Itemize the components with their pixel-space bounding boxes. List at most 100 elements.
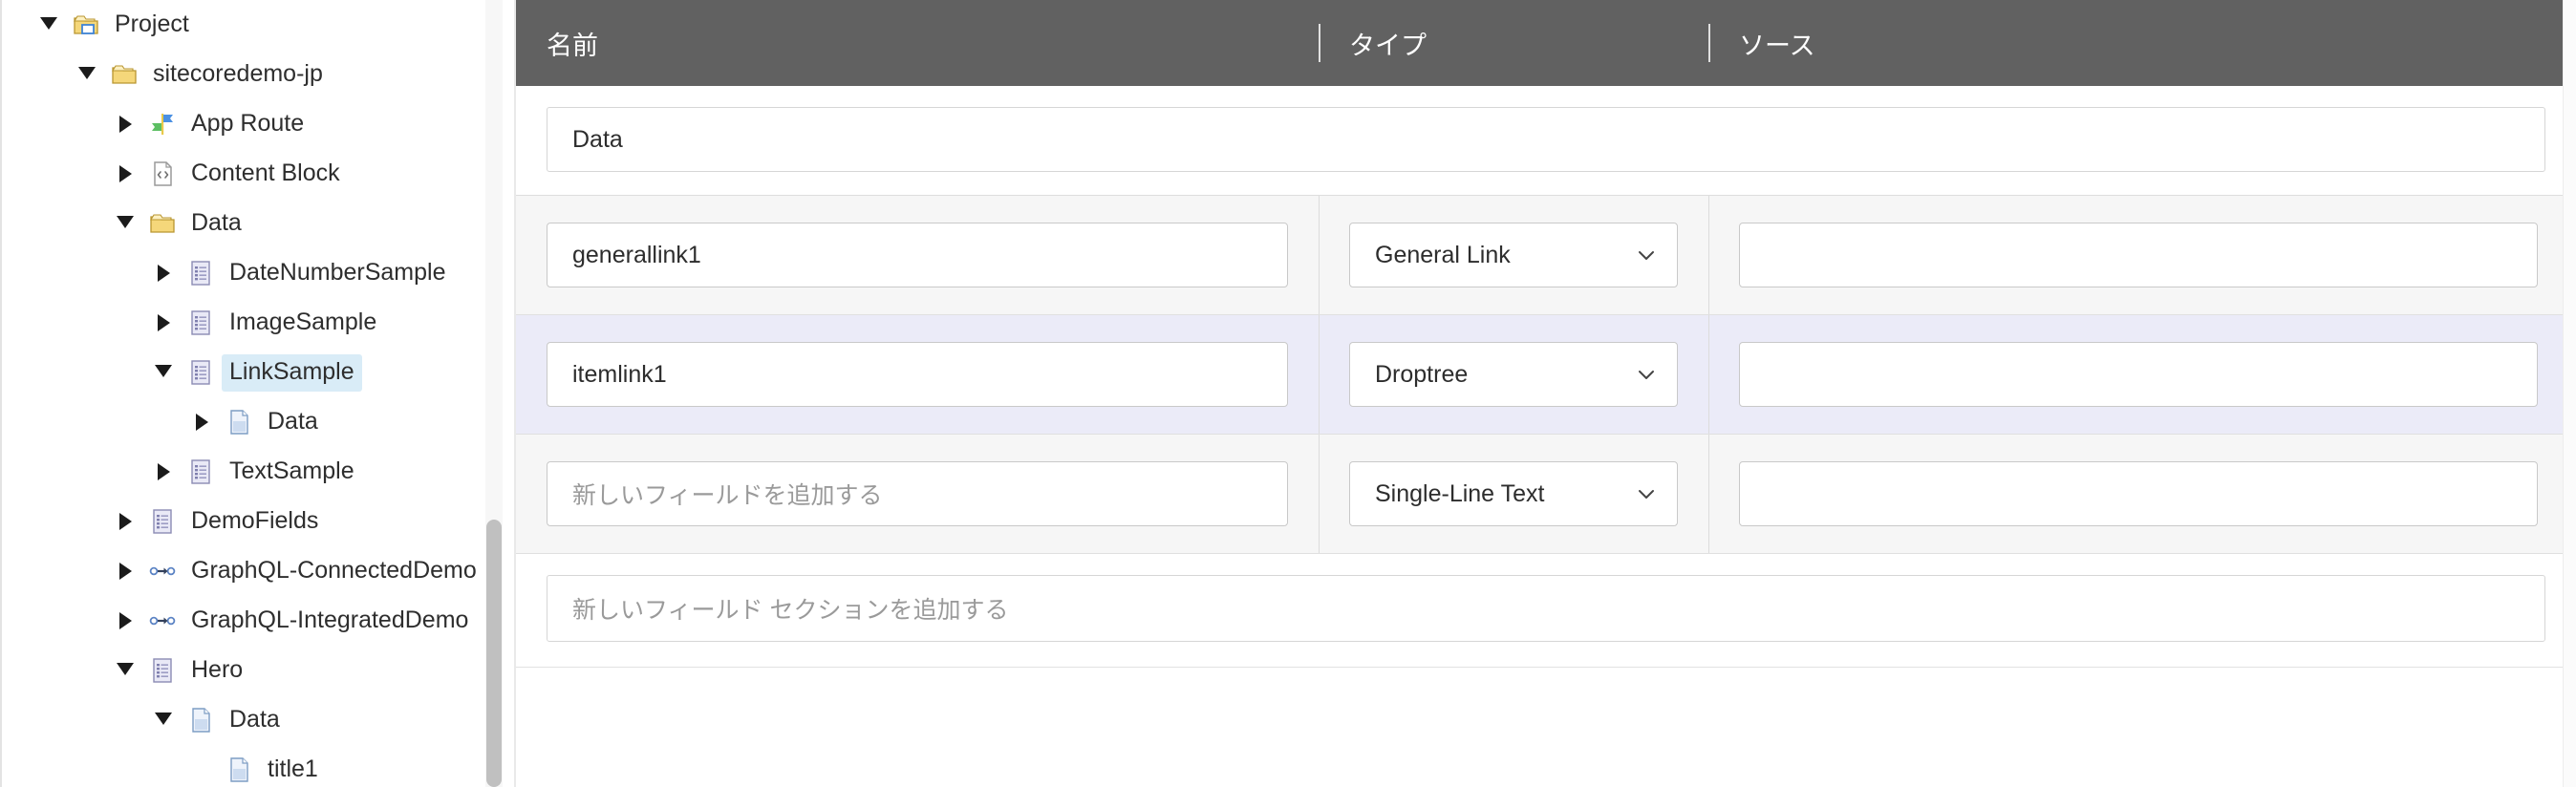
field-section-block: Data (516, 86, 2576, 196)
tree-item-label: Data (191, 208, 242, 236)
field-type-select[interactable]: Droptree (1349, 342, 1678, 407)
field-type-select[interactable]: General Link (1349, 223, 1678, 287)
chevron-down-icon (1639, 251, 1654, 260)
twisty-collapsed-icon[interactable] (109, 513, 141, 530)
content-tree-panel: Project sitecoredemo-jp App Route Content B… (0, 0, 516, 787)
tree-item-linksample[interactable]: LinkSample (2, 348, 514, 397)
section-name-input[interactable]: Data (547, 107, 2545, 172)
table-row[interactable]: generallink1 General Link (516, 196, 2576, 315)
twisty-collapsed-icon[interactable] (185, 414, 218, 431)
tree-scrollbar-thumb[interactable] (486, 520, 502, 787)
field-source-input[interactable] (1739, 223, 2538, 287)
chevron-down-icon (1639, 371, 1654, 379)
table-row[interactable]: itemlink1 Droptree (516, 315, 2576, 435)
twisty-collapsed-icon[interactable] (147, 463, 180, 480)
twisty-expanded-icon[interactable] (109, 218, 141, 230)
route-icon (141, 110, 183, 138)
tree-item-graphql-integrateddemo[interactable]: GraphQL-IntegratedDemo (2, 596, 514, 646)
twisty-expanded-icon[interactable] (71, 69, 103, 81)
twisty-collapsed-icon[interactable] (109, 116, 141, 133)
tree-item-title1[interactable]: title1 (2, 745, 514, 787)
twisty-collapsed-icon[interactable] (109, 563, 141, 580)
twisty-expanded-icon[interactable] (109, 665, 141, 677)
page-icon (180, 706, 222, 734)
column-header-source-label: ソース (1739, 31, 1815, 60)
tree-item-label: Project (115, 10, 189, 37)
tree-item-data[interactable]: Data (2, 397, 514, 447)
tree-item-textsample[interactable]: TextSample (2, 447, 514, 497)
folder-icon (141, 209, 183, 238)
column-header-name-label: 名前 (547, 31, 598, 60)
twisty-expanded-icon[interactable] (32, 19, 65, 32)
field-type-value: Single-Line Text (1375, 479, 1545, 507)
tree-item-graphql-connecteddemo[interactable]: GraphQL-ConnectedDemo (2, 546, 514, 596)
column-header-row: 名前 タイプ ソース (516, 0, 2576, 86)
field-name-placeholder: 新しいフィールドを追加する (572, 482, 883, 509)
tree-item-project[interactable]: Project (2, 0, 514, 50)
chevron-down-icon (1639, 490, 1654, 499)
field-source-cell (1708, 315, 2576, 434)
field-name-input[interactable]: generallink1 (547, 223, 1288, 287)
field-source-input[interactable] (1739, 342, 2538, 407)
tree-item-label: GraphQL-ConnectedDemo (191, 556, 477, 584)
field-name-value: itemlink1 (572, 360, 667, 388)
tree-item-label: Data (229, 705, 280, 733)
page-icon (218, 755, 260, 784)
tree-item-data[interactable]: Data (2, 199, 514, 248)
tree-item-content-block[interactable]: Content Block (2, 149, 514, 199)
field-type-value: Droptree (1375, 360, 1469, 388)
column-header-type-label: タイプ (1349, 31, 1427, 60)
field-type-select[interactable]: Single-Line Text (1349, 461, 1678, 526)
field-editor-app: Project sitecoredemo-jp App Route Content B… (0, 0, 2576, 787)
tree-item-label: DateNumberSample (229, 258, 446, 286)
add-field-section-input[interactable]: 新しいフィールド セクションを追加する (547, 575, 2545, 642)
twisty-expanded-icon[interactable] (147, 714, 180, 727)
tree-item-hero[interactable]: Hero (2, 646, 514, 695)
twisty-collapsed-icon[interactable] (109, 612, 141, 629)
twisty-collapsed-icon[interactable] (147, 314, 180, 331)
tree-item-label: Hero (191, 655, 244, 683)
editor-empty-space (516, 668, 2576, 787)
tree-item-label: Data (268, 407, 318, 435)
field-type-cell: Droptree (1319, 315, 1708, 434)
column-header-source: ソース (1708, 0, 2576, 86)
tree-item-imagesample[interactable]: ImageSample (2, 298, 514, 348)
add-field-section-placeholder: 新しいフィールド セクションを追加する (572, 597, 1009, 624)
tree-item-label: App Route (191, 109, 305, 137)
tree-item-sitecoredemo-jp[interactable]: sitecoredemo-jp (2, 50, 514, 99)
twisty-collapsed-icon[interactable] (147, 265, 180, 282)
field-name-value: generallink1 (572, 241, 701, 268)
field-source-cell (1708, 435, 2576, 553)
tree-item-demofields[interactable]: DemoFields (2, 497, 514, 546)
folder-icon (103, 60, 145, 89)
twisty-expanded-icon[interactable] (147, 367, 180, 379)
content-scrollbar-track[interactable] (2563, 0, 2576, 787)
tree-item-label: sitecoredemo-jp (153, 59, 323, 87)
tree-item-label: DemoFields (191, 506, 319, 534)
code-document-icon (141, 160, 183, 188)
field-source-input[interactable] (1739, 461, 2538, 526)
template-icon (180, 358, 222, 387)
tree-item-label: GraphQL-IntegratedDemo (191, 606, 469, 633)
tree-item-datenumbersample[interactable]: DateNumberSample (2, 248, 514, 298)
folder-project-icon (65, 11, 107, 39)
twisty-collapsed-icon[interactable] (109, 165, 141, 182)
table-row[interactable]: 新しいフィールドを追加する Single-Line Text (516, 435, 2576, 554)
tree-item-data[interactable]: Data (2, 695, 514, 745)
field-source-cell (1708, 196, 2576, 314)
tree-item-label: title1 (268, 755, 318, 782)
add-field-section-block: 新しいフィールド セクションを追加する (516, 554, 2576, 668)
page-icon (218, 408, 260, 436)
content-tree[interactable]: Project sitecoredemo-jp App Route Content B… (2, 0, 514, 787)
column-header-type: タイプ (1319, 0, 1708, 86)
field-type-cell: General Link (1319, 196, 1708, 314)
template-icon (180, 308, 222, 337)
field-name-cell: 新しいフィールドを追加する (516, 435, 1319, 553)
field-rows: generallink1 General Link itemlink1 Droptre… (516, 196, 2576, 554)
field-name-cell: generallink1 (516, 196, 1319, 314)
field-name-input[interactable]: itemlink1 (547, 342, 1288, 407)
field-name-input[interactable]: 新しいフィールドを追加する (547, 461, 1288, 526)
graphql-icon (141, 557, 183, 585)
tree-item-app-route[interactable]: App Route (2, 99, 514, 149)
section-name-value: Data (572, 125, 623, 153)
